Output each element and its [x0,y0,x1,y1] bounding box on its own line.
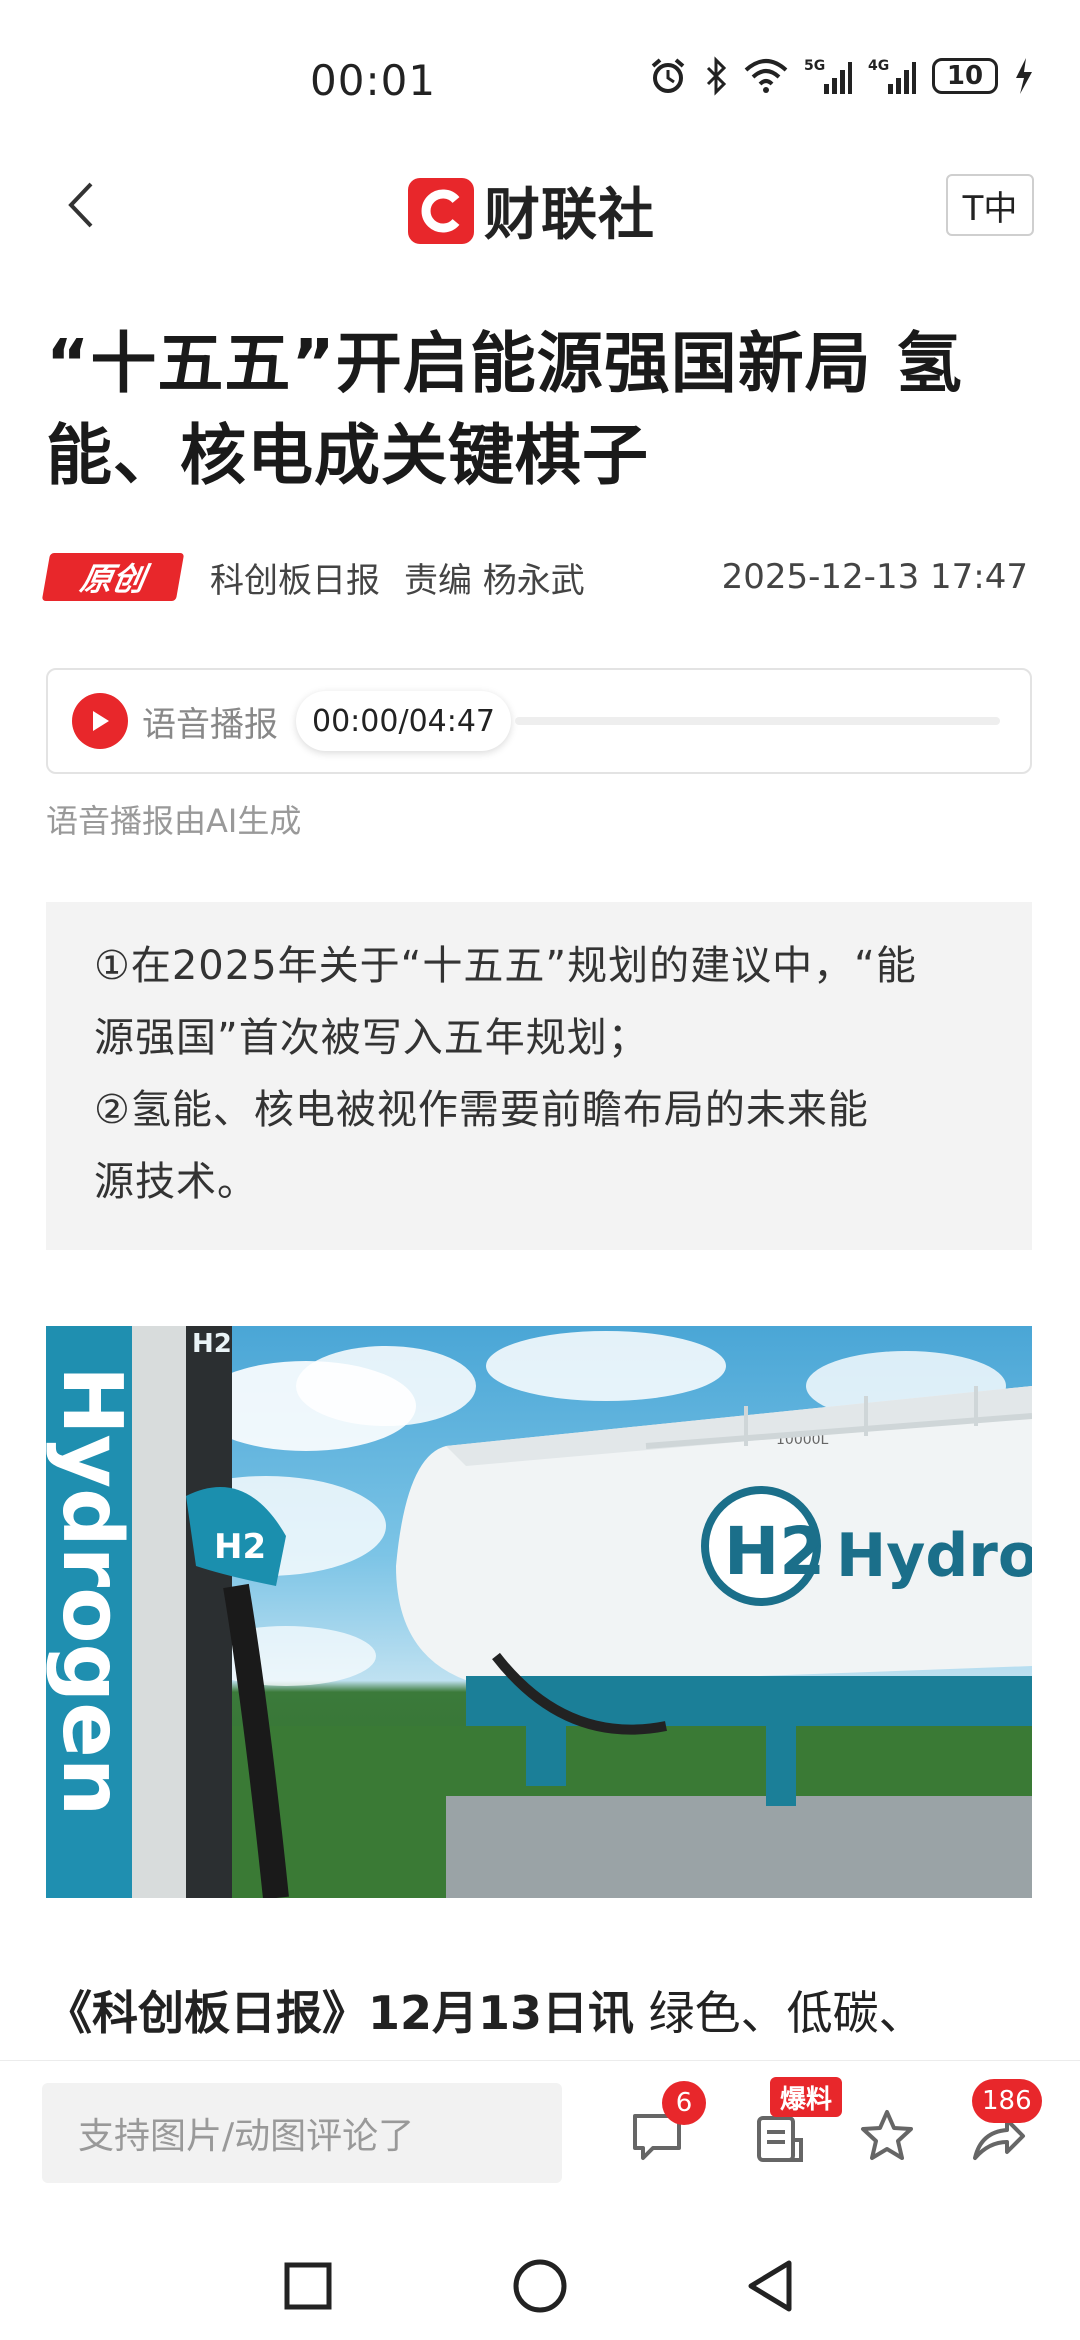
home-button[interactable] [510,2256,570,2316]
bluetooth-icon [706,56,727,96]
summary-box: ①在2025年关于“十五五”规划的建议中，“能 源强国”首次被写入五年规划； ②… [46,902,1032,1250]
lead-bold: 《科创板日报》12月13日讯 [46,1986,635,2040]
battery-icon: 10 [932,58,998,94]
alarm-icon [651,58,685,93]
circle-icon [513,2259,567,2313]
article-image[interactable]: Hydrogen H2 H2 H2 Hydroge 10000L [46,1326,1032,1898]
star-icon [861,2110,913,2160]
status-icons: 5G 4G 10 [648,56,1034,96]
summary-line: ①在2025年关于“十五五”规划的建议中，“能 [94,943,917,989]
comment-input[interactable]: 支持图片/动图评论了 [42,2083,562,2183]
tank-brand-text: Hydroge [836,1521,1032,1591]
play-button[interactable] [72,693,128,749]
original-badge: 原创 [41,553,185,601]
play-icon [93,711,109,731]
tip-tag: 爆料 [770,2077,843,2117]
article-editor: 责编 杨永武 [404,560,585,601]
article-date: 2025-12-13 17:47 [721,557,1028,597]
square-icon [284,2262,332,2310]
signal-5g-icon: 5G [804,58,852,94]
logo-mark [408,177,474,244]
share-count-badge: 186 [972,2079,1042,2123]
summary-line: ②氢能、核电被视作需要前瞻布局的未来能 [94,1087,869,1133]
triangle-back-icon [748,2260,792,2312]
battery-level: 10 [946,61,984,91]
pump-vertical-text: Hydrogen [46,1366,139,1816]
system-nav-bar [0,2210,1080,2340]
charging-icon [1016,58,1032,94]
comment-count-badge: 6 [662,2081,706,2125]
audio-progress-track[interactable] [515,717,1000,725]
back-button[interactable] [50,172,110,238]
logo-text: 财联社 [484,183,655,248]
summary-line: 源技术。 [94,1159,258,1205]
article-source[interactable]: 科创板日报 [210,553,380,602]
tank-h2-label: H2 [724,1513,825,1590]
article-title: “十五五”开启能源强国新局 氢能、核电成关键棋子 [46,325,963,494]
signal-4g-label: 4G [868,58,889,74]
system-back-button[interactable] [740,2256,800,2316]
audio-label: 语音播报 [142,704,278,745]
summary-line: 源强国”首次被写入五年规划； [94,1015,649,1061]
article-meta: 原创 科创板日报 责编 杨永武 2025-12-13 17:47 [41,552,1036,602]
article-lead: 《科创板日报》12月13日讯 绿色、低碳、 [46,1982,1046,2044]
wifi-icon [744,59,788,93]
audio-note: 语音播报由AI生成 [46,802,302,840]
recents-button[interactable] [278,2256,338,2316]
chevron-left-icon [68,182,93,228]
nozzle-label: H2 [214,1527,266,1567]
audio-time[interactable]: 00:00/04:47 [296,691,512,751]
pump-top-label: H2 [192,1329,232,1359]
favorite-button[interactable] [852,2101,922,2171]
logo-c-icon [421,189,460,232]
signal-4g-icon: 4G [868,58,916,94]
audio-player: 语音播报 00:00/04:47 [46,668,1032,774]
lead-text: 绿色、低碳、 [634,1986,925,2040]
hydrogen-illustration: Hydrogen H2 H2 H2 Hydroge 10000L [46,1326,1032,1898]
status-time: 00:01 [310,56,437,105]
cls-logo: 财联社 [408,170,655,251]
nav-bar: 财联社 T中 [0,150,1080,260]
signal-5g-label: 5G [804,58,825,74]
bottom-action-bar: 支持图片/动图评论了 6 爆料 186 [0,2060,1080,2210]
status-bar: 00:01 5G 4G 10 [0,0,1080,150]
font-size-button[interactable]: T中 [946,174,1034,236]
